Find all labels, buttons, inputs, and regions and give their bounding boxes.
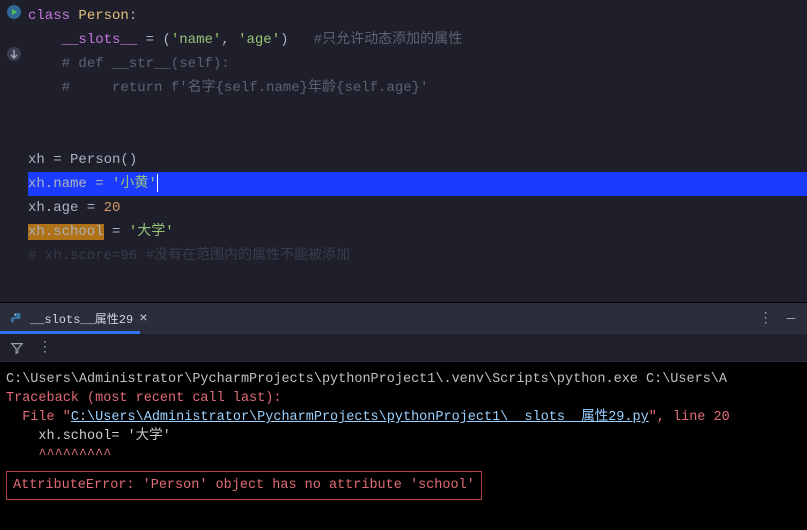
traceback-code: xh.school= '大学' bbox=[6, 427, 801, 446]
code-line[interactable] bbox=[28, 100, 807, 124]
python-icon bbox=[10, 312, 24, 326]
code-content[interactable]: class Person: __slots__ = ('name', 'age'… bbox=[0, 0, 807, 268]
str: 'name' bbox=[171, 32, 221, 48]
run-tab[interactable]: __slots__属性29 × bbox=[0, 303, 158, 334]
close-icon[interactable]: × bbox=[139, 311, 147, 327]
minimize-icon[interactable]: — bbox=[787, 311, 795, 327]
file-prefix: File " bbox=[6, 410, 71, 425]
editor-pane[interactable]: class Person: __slots__ = ('name', 'age'… bbox=[0, 0, 807, 302]
text-caret bbox=[157, 174, 158, 192]
tab-underline bbox=[0, 331, 140, 334]
op: = bbox=[104, 224, 129, 240]
num: 20 bbox=[104, 200, 121, 216]
op: = bbox=[137, 32, 162, 48]
stmt: xh.age = bbox=[28, 200, 104, 216]
str: '小黄' bbox=[112, 176, 157, 192]
code-line[interactable]: xh = Person() bbox=[28, 148, 807, 172]
comment: # def __str__(self): bbox=[62, 56, 230, 72]
highlighted-attr: xh.school bbox=[28, 224, 104, 240]
code-line[interactable]: # def __str__(self): bbox=[28, 52, 807, 76]
str: '大学' bbox=[129, 224, 174, 240]
comment: # return f'名字{self.name}年龄{self.age}' bbox=[62, 80, 429, 96]
tab-actions: ⋮ — bbox=[759, 310, 807, 327]
file-path-link[interactable]: C:\Users\Administrator\PycharmProjects\p… bbox=[71, 410, 649, 425]
run-toolbar: ⋮ bbox=[0, 334, 807, 362]
console-output[interactable]: C:\Users\Administrator\PycharmProjects\p… bbox=[0, 362, 807, 530]
file-suffix: ", line 20 bbox=[649, 410, 730, 425]
override-icon[interactable] bbox=[6, 46, 22, 62]
paren: ) bbox=[280, 32, 288, 48]
code-line[interactable]: class Person: bbox=[28, 4, 807, 28]
code-line[interactable]: __slots__ = ('name', 'age') #只允许动态添加的属性 bbox=[28, 28, 807, 52]
paren: ( bbox=[162, 32, 170, 48]
comment: #只允许动态添加的属性 bbox=[289, 32, 463, 48]
traceback-header: Traceback (most recent call last): bbox=[6, 389, 801, 408]
error-message: AttributeError: 'Person' object has no a… bbox=[6, 471, 482, 500]
slots-dunder: __slots__ bbox=[62, 32, 138, 48]
run-tab-bar: __slots__属性29 × ⋮ — bbox=[0, 302, 807, 334]
colon: : bbox=[129, 8, 137, 24]
console-command: C:\Users\Administrator\PycharmProjects\p… bbox=[6, 370, 801, 389]
editor-gutter bbox=[0, 0, 28, 302]
code-line[interactable]: xh.age = 20 bbox=[28, 196, 807, 220]
str: 'age' bbox=[238, 32, 280, 48]
traceback-caret: ^^^^^^^^^ bbox=[6, 446, 801, 465]
filter-icon[interactable] bbox=[10, 341, 24, 355]
comma: , bbox=[221, 32, 238, 48]
code-line[interactable]: # return f'名字{self.name}年龄{self.age}' bbox=[28, 76, 807, 100]
code-line[interactable] bbox=[28, 124, 807, 148]
more-icon[interactable]: ⋮ bbox=[759, 310, 771, 327]
code-line-active[interactable]: xh.name = '小黄' bbox=[28, 172, 807, 196]
class-name: Person bbox=[78, 8, 128, 24]
stmt: xh.name = bbox=[28, 176, 112, 192]
comment-dim: # xh.score=96 #没有在范围内的属性不能被添加 bbox=[28, 248, 350, 264]
more-options-icon[interactable]: ⋮ bbox=[38, 339, 50, 356]
stmt: xh = Person() bbox=[28, 152, 137, 168]
traceback-file-line: File "C:\Users\Administrator\PycharmProj… bbox=[6, 408, 801, 427]
code-line[interactable]: xh.school = '大学' bbox=[28, 220, 807, 244]
keyword-class: class bbox=[28, 8, 78, 24]
python-run-icon[interactable] bbox=[6, 4, 22, 20]
code-line-dim[interactable]: # xh.score=96 #没有在范围内的属性不能被添加 bbox=[28, 244, 807, 268]
run-tab-label: __slots__属性29 bbox=[30, 310, 133, 327]
